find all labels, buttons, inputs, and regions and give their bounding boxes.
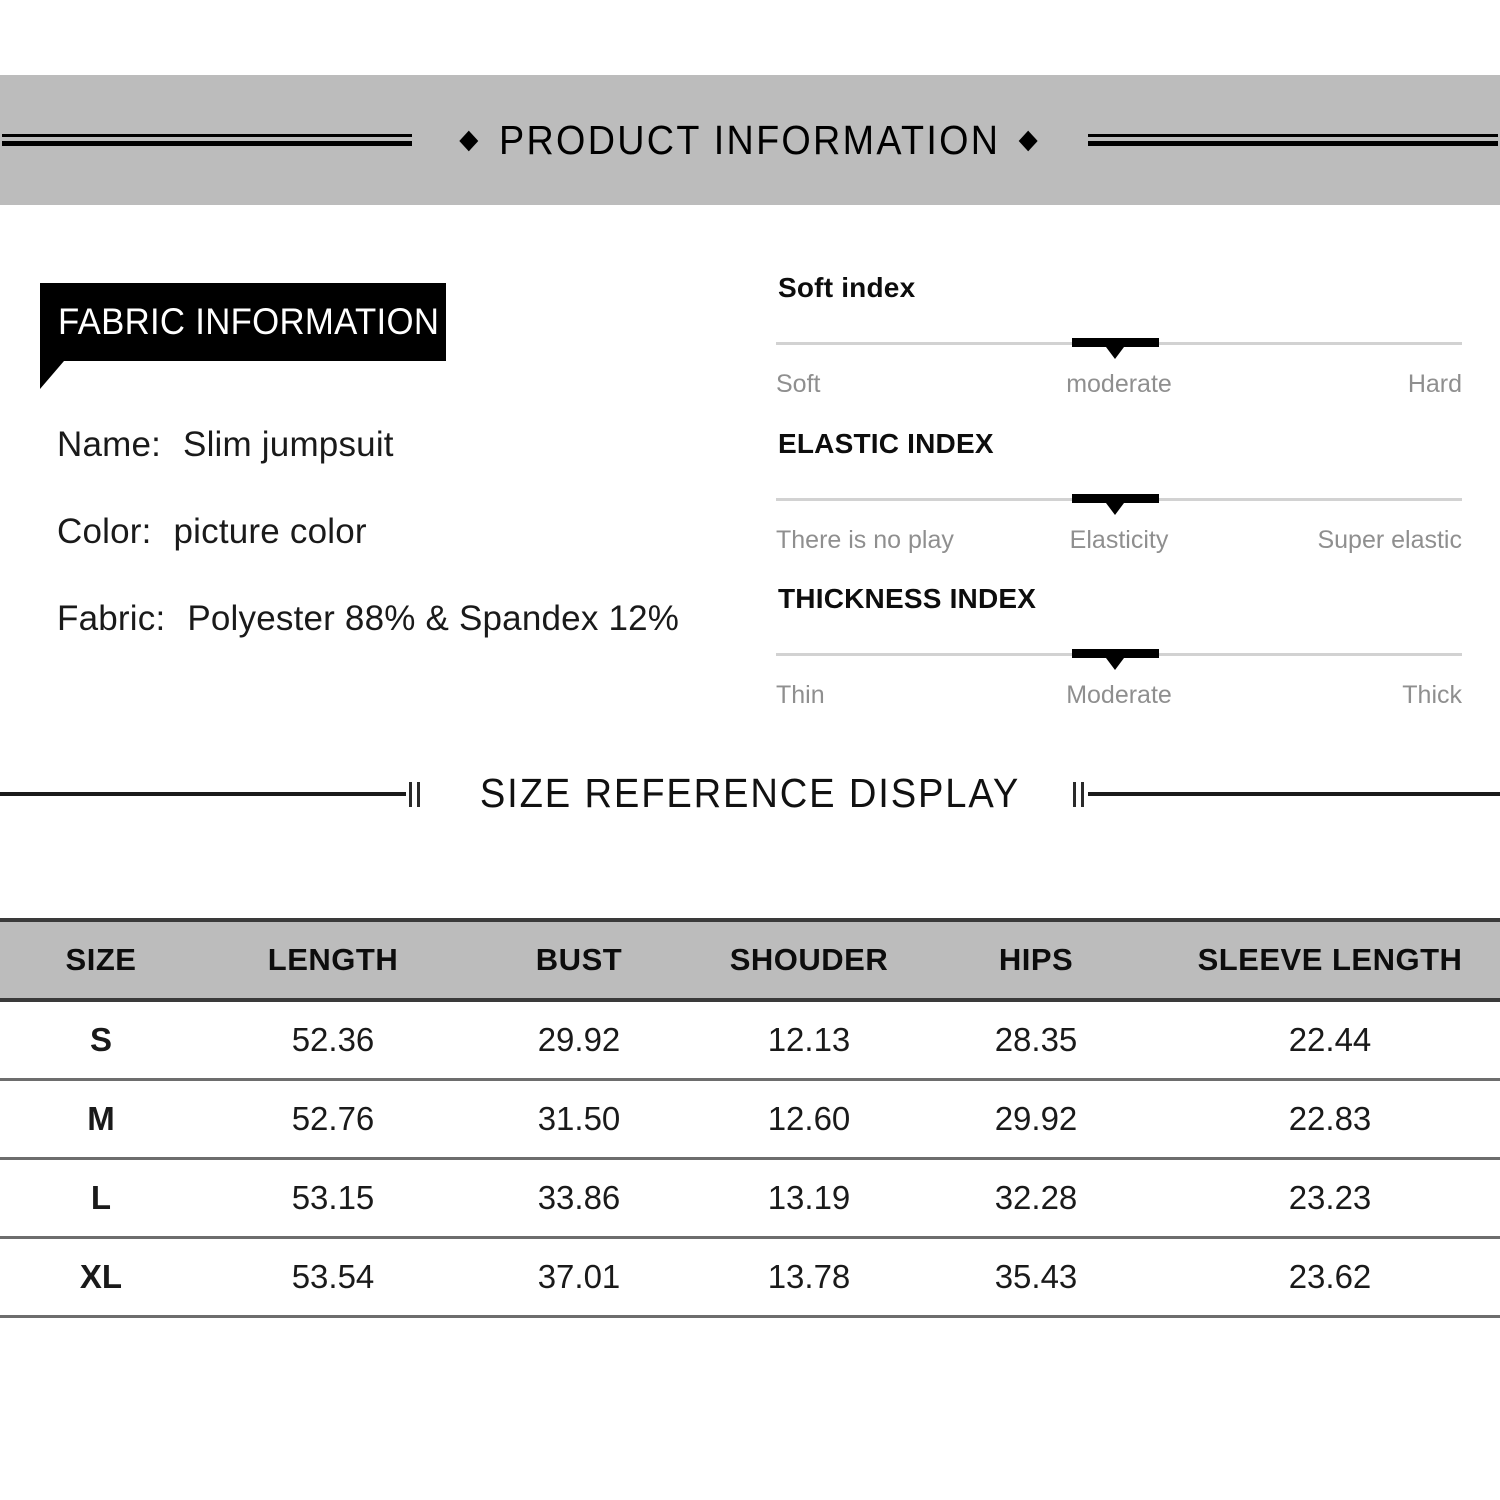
elastic-index-pointer-icon [1106,503,1124,515]
thickness-index-label-right: Thick [1402,681,1462,709]
elastic-index-thumb [1072,494,1159,503]
soft-index-scale-labels: Soft moderate Hard [776,370,1462,404]
elastic-index-block: ELASTIC INDEX There is no play Elasticit… [776,428,1462,560]
cell-shoulder: 12.60 [694,1079,924,1160]
cell-length: 52.36 [202,1000,464,1081]
fabric-detail-composition: Fabric: Polyester 88% & Spandex 12% [57,599,757,639]
header-rule-right [1087,133,1498,147]
elastic-index-scale-labels: There is no play Elasticity Super elasti… [776,526,1462,560]
fabric-detail-name: Name: Slim jumpsuit [57,425,757,465]
table-header-size: SIZE [0,918,202,1002]
size-reference-divider: SIZE REFERENCE DISPLAY [0,770,1500,832]
table-row: S 52.36 29.92 12.13 28.35 22.44 [0,1000,1500,1081]
size-reference-table: SIZE LENGTH BUST SHOUDER HIPS SLEEVE LEN… [0,918,1500,1318]
cell-sleeve: 23.62 [1148,1237,1500,1318]
table-header-row: SIZE LENGTH BUST SHOUDER HIPS SLEEVE LEN… [0,918,1500,1002]
cell-size: M [0,1079,202,1160]
thickness-index-label-left: Thin [776,681,825,709]
cell-sleeve: 23.23 [1148,1158,1500,1239]
elastic-index-slider [776,492,1462,515]
diamond-right-icon: ◆ [1019,123,1041,154]
table-header-sleeve-length: SLEEVE LENGTH [1148,918,1500,1002]
fabric-detail-color: Color: picture color [57,512,757,552]
cell-hips: 32.28 [924,1158,1148,1239]
cell-hips: 28.35 [924,1000,1148,1081]
fabric-detail-name-label: Name: [57,425,162,464]
size-divider-tick-left-inner [417,782,420,807]
thickness-index-scale-labels: Thin Moderate Thick [776,681,1462,715]
soft-index-title: Soft index [778,272,916,303]
fabric-details-list: Name: Slim jumpsuit Color: picture color… [57,425,757,686]
soft-index-label-right: Hard [1407,370,1462,398]
cell-size: XL [0,1237,202,1318]
fabric-detail-composition-label: Fabric: [57,599,166,638]
cell-bust: 31.50 [464,1079,694,1160]
elastic-index-title: ELASTIC INDEX [778,428,994,459]
size-divider-rule-left [0,792,406,796]
cell-hips: 29.92 [924,1079,1148,1160]
fabric-information-tag: FABRIC INFORMATION [40,283,446,361]
header-rule-left [2,133,413,147]
thickness-index-block: THICKNESS INDEX Thin Moderate Thick [776,583,1462,715]
product-information-header: ◆ PRODUCT INFORMATION ◆ [0,75,1500,205]
table-header-length: LENGTH [202,918,464,1002]
cell-bust: 33.86 [464,1158,694,1239]
table-header-shoulder: SHOUDER [694,918,924,1002]
elastic-index-label-mid: Elasticity [1069,526,1169,554]
fabric-detail-name-value: Slim jumpsuit [183,425,394,464]
fabric-tag-tail [40,361,64,389]
size-table-header: SIZE LENGTH BUST SHOUDER HIPS SLEEVE LEN… [0,918,1500,1002]
size-divider-rule-right [1088,792,1500,796]
table-row: XL 53.54 37.01 13.78 35.43 23.62 [0,1237,1500,1318]
cell-bust: 37.01 [464,1237,694,1318]
size-divider-tick-right-inner [1073,782,1076,807]
soft-index-pointer-icon [1106,347,1124,359]
cell-length: 52.76 [202,1079,464,1160]
cell-sleeve: 22.83 [1148,1079,1500,1160]
elastic-index-label-right: Super elastic [1317,526,1462,554]
cell-shoulder: 13.78 [694,1237,924,1318]
size-divider-tick-left-outer [409,782,412,807]
cell-bust: 29.92 [464,1000,694,1081]
fabric-information-label: FABRIC INFORMATION [58,301,440,342]
cell-hips: 35.43 [924,1237,1148,1318]
cell-size: S [0,1000,202,1081]
soft-index-slider [776,336,1462,359]
table-header-bust: BUST [464,918,694,1002]
fabric-detail-composition-value: Polyester 88% & Spandex 12% [187,599,680,638]
cell-shoulder: 12.13 [694,1000,924,1081]
soft-index-block: Soft index Soft moderate Hard [776,272,1462,404]
cell-length: 53.15 [202,1158,464,1239]
thickness-index-label-mid: Moderate [1066,681,1172,709]
thickness-index-slider [776,647,1462,670]
cell-sleeve: 22.44 [1148,1000,1500,1081]
table-row: M 52.76 31.50 12.60 29.92 22.83 [0,1079,1500,1160]
page-title: ◆ PRODUCT INFORMATION ◆ [460,117,1041,164]
thickness-index-title: THICKNESS INDEX [778,583,1037,614]
soft-index-thumb [1072,338,1159,347]
elastic-index-label-left: There is no play [776,526,954,554]
thickness-index-thumb [1072,649,1159,658]
fabric-detail-color-value: picture color [173,512,367,551]
soft-index-label-left: Soft [776,370,821,398]
table-header-hips: HIPS [924,918,1148,1002]
cell-length: 53.54 [202,1237,464,1318]
fabric-detail-color-label: Color: [57,512,152,551]
cell-size: L [0,1158,202,1239]
thickness-index-pointer-icon [1106,658,1124,670]
soft-index-label-mid: moderate [1066,370,1172,398]
size-table-body: S 52.36 29.92 12.13 28.35 22.44 M 52.76 … [0,1000,1500,1318]
table-row: L 53.15 33.86 13.19 32.28 23.23 [0,1158,1500,1239]
cell-shoulder: 13.19 [694,1158,924,1239]
size-divider-tick-right-outer [1081,782,1084,807]
size-reference-title: SIZE REFERENCE DISPLAY [479,770,1021,816]
page-title-text: PRODUCT INFORMATION [499,116,1001,163]
diamond-left-icon: ◆ [459,123,481,154]
